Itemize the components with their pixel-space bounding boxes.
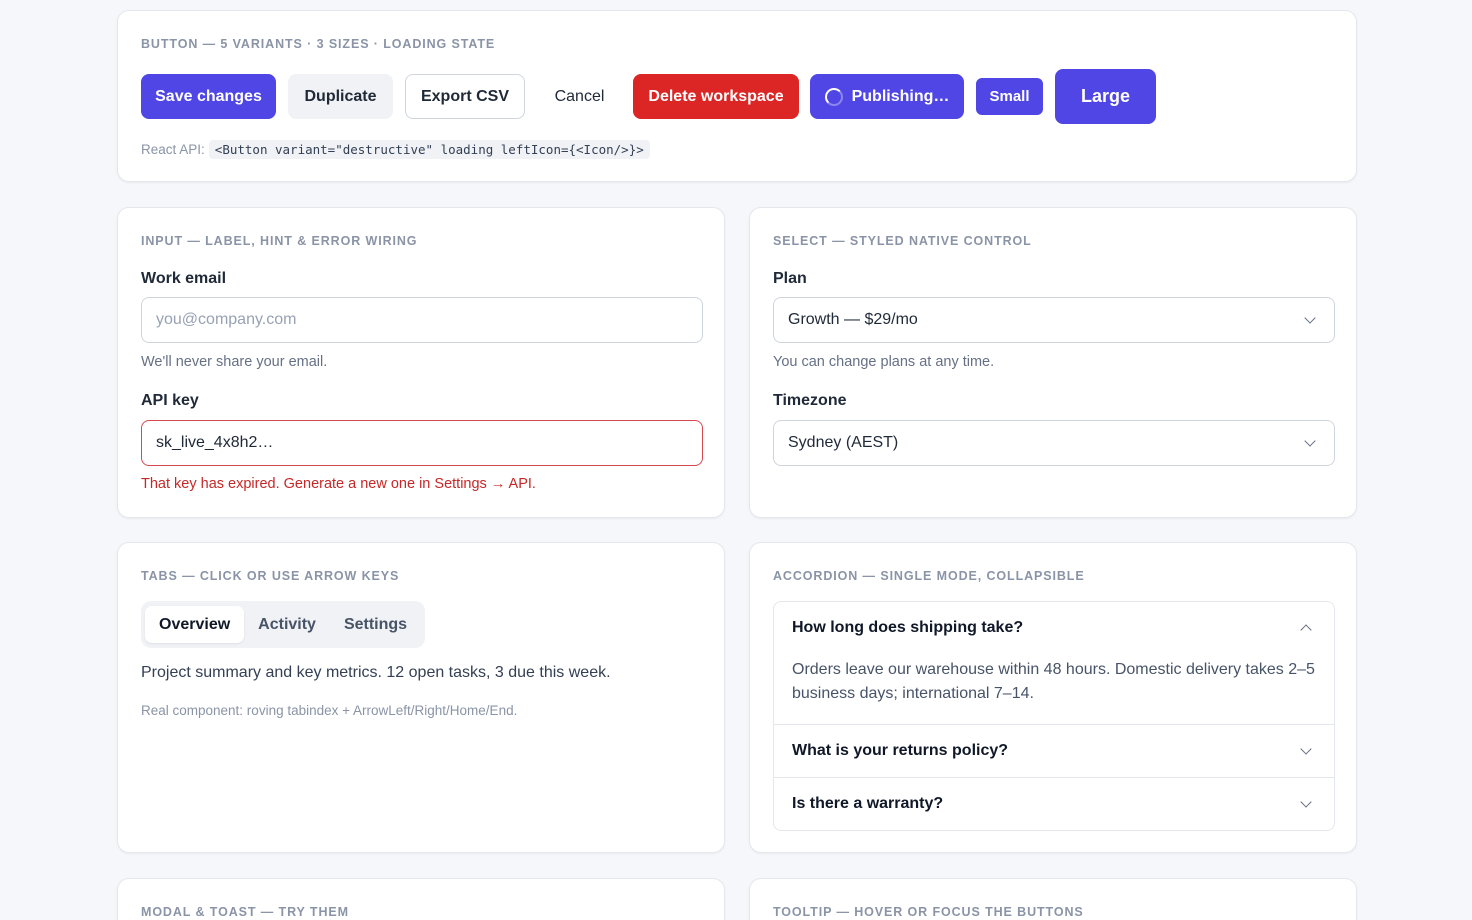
accordion-question: Is there a warranty?: [792, 795, 944, 812]
delete-workspace-button[interactable]: Delete workspace: [633, 74, 799, 119]
tabs-section-title: TABS — CLICK OR USE ARROW KEYS: [141, 569, 400, 583]
plan-select-value: Growth — $29/mo: [788, 311, 918, 328]
accordion-demo-card: ACCORDION — SINGLE MODE, COLLAPSIBLE How…: [749, 542, 1357, 853]
accordion-item: What is your returns policy?: [774, 724, 1334, 777]
cancel-button[interactable]: Cancel: [537, 74, 622, 119]
api-key-error-message: That key has expired. Generate a new one…: [141, 476, 536, 492]
chevron-down-icon: [1300, 743, 1312, 755]
tabs-implementation-note: Real component: roving tabindex + ArrowL…: [141, 703, 518, 718]
modal-toast-demo-card: MODAL & TOAST — TRY THEM: [117, 878, 725, 920]
accordion: How long does shipping take? Orders leav…: [773, 601, 1335, 831]
work-email-label: Work email: [141, 270, 227, 287]
timezone-select[interactable]: Sydney (AEST): [773, 420, 1335, 466]
save-changes-button[interactable]: Save changes: [141, 74, 276, 119]
accordion-item: How long does shipping take? Orders leav…: [774, 602, 1334, 724]
accordion-section-title: ACCORDION — SINGLE MODE, COLLAPSIBLE: [773, 569, 1085, 583]
publishing-label: Publishing…: [851, 87, 950, 105]
accordion-answer: Orders leave our warehouse within 48 hou…: [792, 661, 1315, 702]
large-button[interactable]: Large: [1055, 69, 1156, 124]
tabs-demo-card: TABS — CLICK OR USE ARROW KEYS Overview …: [117, 542, 725, 853]
timezone-select-value: Sydney (AEST): [788, 434, 899, 451]
react-api-code: <Button variant="destructive" loading le…: [208, 140, 650, 159]
duplicate-button[interactable]: Duplicate: [288, 74, 393, 119]
tab-settings[interactable]: Settings: [330, 606, 421, 643]
react-api-line: React API: <Button variant="destructive"…: [141, 140, 650, 159]
chevron-up-icon: [1300, 624, 1312, 636]
accordion-header-returns[interactable]: What is your returns policy?: [774, 725, 1334, 777]
tooltip-demo-card: TOOLTIP — HOVER OR FOCUS THE BUTTONS: [749, 878, 1357, 920]
plan-hint: You can change plans at any time.: [773, 354, 995, 370]
accordion-header-warranty[interactable]: Is there a warranty?: [774, 778, 1334, 830]
select-section-title: SELECT — STYLED NATIVE CONTROL: [773, 234, 1032, 248]
tab-list: Overview Activity Settings: [141, 601, 426, 648]
accordion-question: How long does shipping take?: [792, 619, 1024, 636]
api-key-input[interactable]: [141, 420, 703, 466]
accordion-question: What is your returns policy?: [792, 742, 1009, 759]
small-button[interactable]: Small: [976, 78, 1043, 115]
timezone-label: Timezone: [773, 392, 847, 409]
export-csv-button[interactable]: Export CSV: [405, 74, 525, 119]
select-demo-card: SELECT — STYLED NATIVE CONTROL Plan Grow…: [749, 207, 1357, 518]
modal-section-title: MODAL & TOAST — TRY THEM: [141, 905, 349, 919]
work-email-hint: We'll never share your email.: [141, 354, 328, 370]
tab-activity[interactable]: Activity: [244, 606, 330, 643]
tooltip-section-title: TOOLTIP — HOVER OR FOCUS THE BUTTONS: [773, 905, 1084, 919]
tab-panel-content: Project summary and key metrics. 12 open…: [141, 664, 611, 681]
plan-label: Plan: [773, 270, 807, 287]
api-key-label: API key: [141, 392, 199, 409]
accordion-header-shipping[interactable]: How long does shipping take?: [774, 602, 1334, 654]
accordion-item: Is there a warranty?: [774, 777, 1334, 830]
work-email-input[interactable]: [141, 297, 703, 343]
tab-overview[interactable]: Overview: [145, 606, 245, 643]
chevron-down-icon: [1304, 435, 1316, 447]
chevron-down-icon: [1300, 796, 1312, 808]
input-demo-card: INPUT — LABEL, HINT & ERROR WIRING Work …: [117, 207, 725, 518]
react-api-label: React API:: [141, 142, 205, 157]
button-section-title: BUTTON — 5 VARIANTS · 3 SIZES · LOADING …: [141, 37, 496, 51]
chevron-down-icon: [1304, 312, 1316, 324]
button-demo-card: BUTTON — 5 VARIANTS · 3 SIZES · LOADING …: [117, 10, 1357, 182]
input-section-title: INPUT — LABEL, HINT & ERROR WIRING: [141, 234, 418, 248]
loading-spinner-icon: [824, 87, 843, 106]
publishing-loading-button[interactable]: Publishing…: [810, 74, 964, 119]
plan-select[interactable]: Growth — $29/mo: [773, 297, 1335, 343]
